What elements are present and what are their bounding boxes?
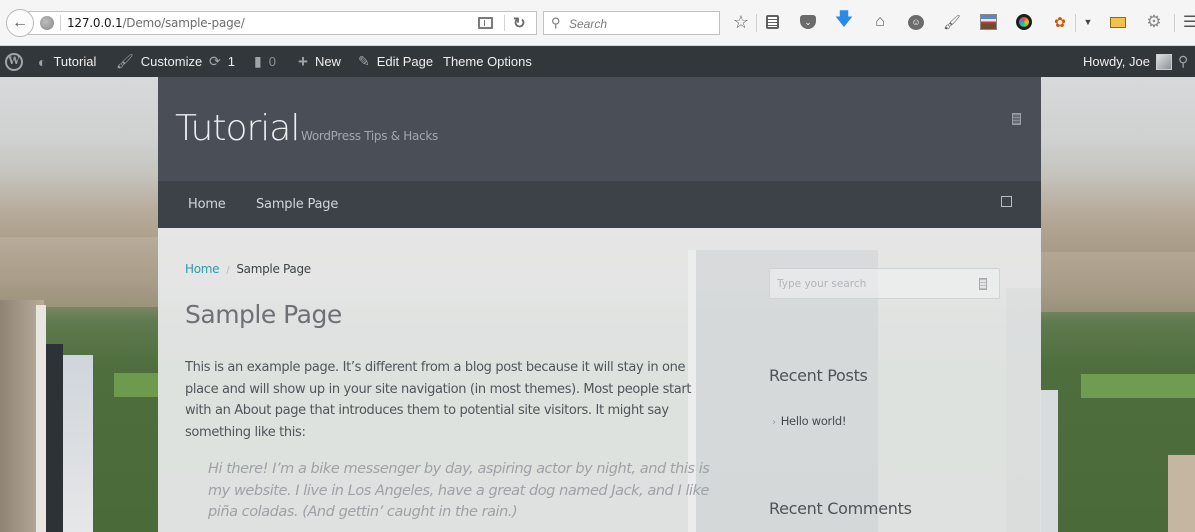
browser-toolbar: ← 127.0.0.1/Demo/sample-page/ ↻ ⚲ Search… xyxy=(0,0,1195,46)
download-icon[interactable]: 🡇 xyxy=(834,9,854,32)
address-bar[interactable]: 127.0.0.1/Demo/sample-page/ ↻ xyxy=(28,11,537,35)
reading-list-icon[interactable] xyxy=(762,12,782,32)
recent-post-item[interactable]: › Hello world! xyxy=(772,414,846,428)
toolbar-separator xyxy=(756,14,757,32)
sidebar-search-input[interactable] xyxy=(770,269,960,298)
comments-count: 0 xyxy=(268,54,276,69)
comment-bubble-icon: ▮ xyxy=(254,53,262,69)
primary-navigation: Home Sample Page xyxy=(158,181,1041,228)
nav-item-home[interactable]: Home xyxy=(188,197,226,212)
home-icon[interactable]: ⌂ xyxy=(870,12,890,32)
search-submit-icon[interactable] xyxy=(979,278,987,290)
browser-search-input[interactable]: ⚲ Search xyxy=(543,11,720,35)
back-arrow-icon: ← xyxy=(12,14,28,31)
bg-buildings xyxy=(1041,252,1195,312)
search-icon: ⚲ xyxy=(551,15,561,30)
screenshot-icon[interactable] xyxy=(978,12,998,32)
reader-view-icon[interactable] xyxy=(478,17,493,29)
site-tagline: WordPress Tips & Hacks xyxy=(301,129,438,143)
sidebar-search-widget xyxy=(769,268,1000,299)
firebug-icon[interactable]: ✿ xyxy=(1050,12,1070,32)
reload-icon[interactable]: ↻ xyxy=(513,14,526,32)
avatar xyxy=(1155,53,1172,70)
admin-bar-site-link[interactable]: ◐ Tutorial xyxy=(38,46,96,77)
howdy-label: Howdy, Joe xyxy=(1083,54,1150,69)
site-header: Tutorial WordPress Tips & Hacks xyxy=(158,77,1041,181)
url-host: 127.0.0.1 xyxy=(67,16,123,30)
breadcrumb-current: Sample Page xyxy=(236,262,311,276)
bg-tower xyxy=(1168,455,1195,532)
header-widget-icon[interactable] xyxy=(1012,113,1021,125)
customize-label: Customize xyxy=(140,54,203,69)
bg-tower xyxy=(46,344,63,532)
ruler-icon[interactable] xyxy=(1108,12,1128,32)
plus-icon: + xyxy=(298,51,308,71)
bg-tower xyxy=(36,305,46,532)
breadcrumb-home-link[interactable]: Home xyxy=(185,262,220,276)
page-body-text: This is an example page. It’s different … xyxy=(185,360,692,440)
site-title[interactable]: Tutorial xyxy=(175,108,300,149)
bg-tower xyxy=(1040,390,1058,532)
paintbrush-icon: 🖌 xyxy=(116,53,134,69)
toolbar-separator xyxy=(1174,14,1175,32)
eyedropper-icon[interactable]: 🖌 xyxy=(942,12,962,32)
edit-page-label: Edit Page xyxy=(376,54,434,69)
admin-bar-theme-options[interactable]: Theme Options xyxy=(443,46,532,77)
chat-icon[interactable]: ☺ xyxy=(906,12,926,32)
url-path: /Demo/sample-page/ xyxy=(122,16,245,30)
wp-logo-menu[interactable]: W xyxy=(5,46,23,77)
chevron-right-icon: › xyxy=(772,417,776,428)
settings-gear-icon[interactable]: ⚙ xyxy=(1144,12,1164,32)
admin-bar-edit-page[interactable]: ✎ Edit Page xyxy=(358,46,433,77)
url-separator xyxy=(60,15,61,31)
admin-bar-updates[interactable]: ⟳ 1 xyxy=(209,46,235,77)
url-text[interactable]: 127.0.0.1/Demo/sample-page/ xyxy=(67,16,245,30)
site-name-label: Tutorial xyxy=(53,54,97,69)
color-picker-icon[interactable] xyxy=(1014,12,1034,32)
admin-bar-new[interactable]: + New xyxy=(298,46,341,77)
theme-options-label: Theme Options xyxy=(443,54,532,69)
admin-bar-customize[interactable]: 🖌 Customize xyxy=(116,46,202,77)
site-container: Tutorial WordPress Tips & Hacks Home Sam… xyxy=(158,77,1041,532)
search-placeholder: Search xyxy=(569,17,608,31)
globe-icon[interactable] xyxy=(40,16,54,30)
nav-search-toggle-icon[interactable] xyxy=(1001,196,1012,207)
toolbar-separator xyxy=(1075,14,1076,32)
updates-count: 1 xyxy=(227,54,235,69)
nav-item-sample-page[interactable]: Sample Page xyxy=(256,197,338,212)
back-button[interactable]: ← xyxy=(6,9,34,37)
menu-icon[interactable]: ☰ xyxy=(1180,12,1195,32)
bg-buildings xyxy=(0,237,158,307)
bg-building-overlay xyxy=(1006,288,1041,532)
recent-posts-title: Recent Posts xyxy=(769,366,868,385)
new-label: New xyxy=(314,54,341,69)
recent-post-link[interactable]: Hello world! xyxy=(781,414,847,428)
wp-admin-bar: W ◐ Tutorial 🖌 Customize ⟳ 1 ▮ 0 + New ✎… xyxy=(0,46,1195,77)
recent-comments-title: Recent Comments xyxy=(769,499,912,518)
bookmark-star-icon[interactable]: ☆ xyxy=(731,12,751,32)
pencil-icon: ✎ xyxy=(358,53,370,69)
bg-park-lawn xyxy=(114,373,158,397)
updates-refresh-icon: ⟳ xyxy=(209,53,221,69)
search-icon: ⚲ xyxy=(1178,53,1189,69)
page-title: Sample Page xyxy=(185,300,342,329)
content-area: Home / Sample Page Sample Page This is an … xyxy=(158,228,1041,532)
pocket-icon[interactable]: ⌄ xyxy=(798,12,818,32)
admin-bar-search[interactable]: ⚲ xyxy=(1178,46,1188,77)
breadcrumb: Home / Sample Page xyxy=(185,262,311,276)
breadcrumb-separator: / xyxy=(226,265,230,276)
admin-bar-my-account[interactable]: Howdy, Joe xyxy=(1083,46,1172,77)
page-blockquote: Hi there! I’m a bike messenger by day, a… xyxy=(208,461,710,520)
wordpress-logo-icon: W xyxy=(5,52,23,71)
dashboard-gauge-icon: ◐ xyxy=(38,53,47,70)
bg-tower xyxy=(63,355,93,532)
bg-park-lawn xyxy=(1081,374,1195,398)
admin-bar-comments[interactable]: ▮ 0 xyxy=(254,46,276,77)
dropdown-icon[interactable]: ▼ xyxy=(1078,12,1098,32)
url-separator xyxy=(504,15,505,31)
